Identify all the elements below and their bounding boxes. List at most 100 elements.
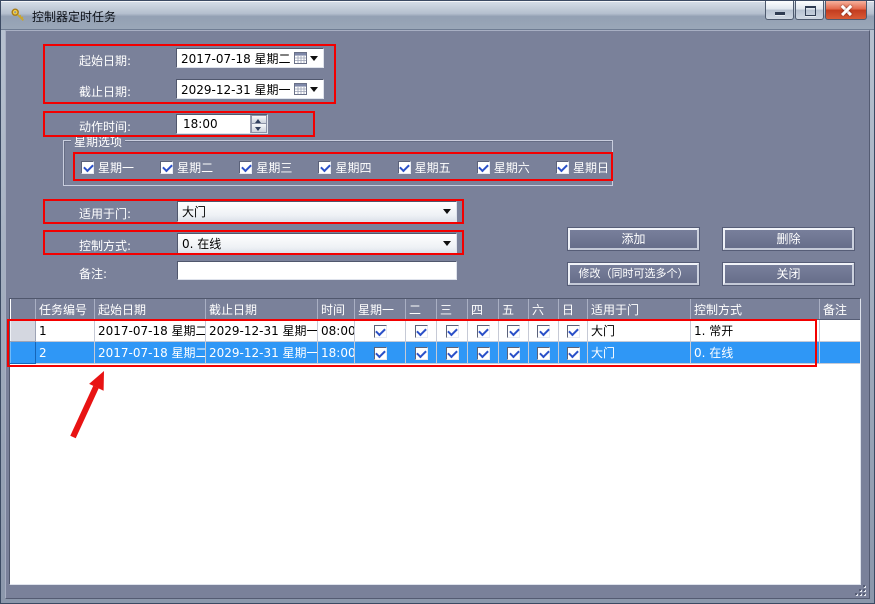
- cell-time[interactable]: 18:00: [318, 342, 355, 364]
- column-header-3[interactable]: 截止日期: [206, 299, 318, 320]
- checkbox-icon[interactable]: [537, 325, 550, 338]
- weekday-checkbox-3[interactable]: 星期三: [239, 159, 292, 176]
- checkbox-icon[interactable]: [318, 161, 331, 174]
- cell-day-1[interactable]: [355, 342, 406, 364]
- chevron-down-icon[interactable]: [443, 209, 451, 214]
- chevron-down-icon[interactable]: [310, 56, 318, 61]
- row-selector[interactable]: [11, 342, 36, 364]
- cell-day-6[interactable]: [529, 320, 559, 342]
- checkbox-icon[interactable]: [160, 161, 173, 174]
- checkbox-icon[interactable]: [477, 161, 490, 174]
- cell-remark[interactable]: [820, 320, 861, 342]
- column-header-8[interactable]: 四: [468, 299, 499, 320]
- checkbox-icon[interactable]: [374, 347, 387, 360]
- spinner-up-button[interactable]: [251, 115, 267, 124]
- cell-day-3[interactable]: [437, 320, 468, 342]
- checkbox-icon[interactable]: [239, 161, 252, 174]
- chevron-down-icon[interactable]: [443, 241, 451, 246]
- minimize-button[interactable]: [765, 1, 794, 20]
- cell-mode[interactable]: 0. 在线: [691, 342, 820, 364]
- checkbox-icon[interactable]: [537, 347, 550, 360]
- weekday-checkbox-5[interactable]: 星期五: [398, 159, 451, 176]
- cell-time[interactable]: 08:00: [318, 320, 355, 342]
- checkmark-icon: [375, 347, 386, 358]
- cell-task-id[interactable]: 1: [36, 320, 95, 342]
- checkbox-icon[interactable]: [374, 325, 387, 338]
- checkbox-icon[interactable]: [415, 325, 428, 338]
- checkbox-icon[interactable]: [477, 325, 490, 338]
- weekday-checkbox-1[interactable]: 星期一: [81, 159, 134, 176]
- checkbox-icon[interactable]: [446, 325, 459, 338]
- start-date-field[interactable]: 2017-07-18 星期二: [176, 48, 324, 68]
- cell-remark[interactable]: [820, 342, 861, 364]
- cell-day-4[interactable]: [468, 320, 499, 342]
- control-mode-combobox[interactable]: 0. 在线: [177, 233, 457, 254]
- checkbox-icon[interactable]: [567, 325, 580, 338]
- close-button[interactable]: [825, 1, 867, 20]
- column-header-11[interactable]: 日: [559, 299, 588, 320]
- maximize-button[interactable]: [795, 1, 824, 20]
- row-selector[interactable]: [11, 320, 36, 342]
- column-header-9[interactable]: 五: [499, 299, 529, 320]
- checkmark-icon: [416, 347, 427, 358]
- weekday-checkbox-7[interactable]: 星期日: [556, 159, 609, 176]
- column-header-1[interactable]: 任务编号: [36, 299, 95, 320]
- resize-grip[interactable]: [854, 584, 867, 597]
- cell-end-date[interactable]: 2029-12-31 星期一: [206, 342, 318, 364]
- time-spinner: [250, 115, 267, 133]
- cell-start-date[interactable]: 2017-07-18 星期二: [95, 342, 206, 364]
- cell-day-3[interactable]: [437, 342, 468, 364]
- checkbox-icon[interactable]: [507, 325, 520, 338]
- cell-day-5[interactable]: [499, 342, 529, 364]
- cell-day-2[interactable]: [406, 342, 437, 364]
- door-combobox[interactable]: 大门: [177, 201, 457, 222]
- cell-day-6[interactable]: [529, 342, 559, 364]
- cell-day-4[interactable]: [468, 342, 499, 364]
- column-header-5[interactable]: 星期一: [355, 299, 406, 320]
- cell-door[interactable]: 大门: [588, 342, 691, 364]
- cell-door[interactable]: 大门: [588, 320, 691, 342]
- add-button[interactable]: 添加: [568, 228, 699, 250]
- close-dialog-button[interactable]: 关闭: [723, 263, 854, 285]
- spinner-down-button[interactable]: [251, 124, 267, 133]
- weekday-checkbox-2[interactable]: 星期二: [160, 159, 213, 176]
- cell-day-1[interactable]: [355, 320, 406, 342]
- cell-mode[interactable]: 1. 常开: [691, 320, 820, 342]
- end-date-field[interactable]: 2029-12-31 星期一: [176, 79, 324, 99]
- column-header-7[interactable]: 三: [437, 299, 468, 320]
- checkbox-icon[interactable]: [415, 347, 428, 360]
- modify-button[interactable]: 修改（同时可选多个）: [568, 263, 699, 285]
- cell-day-5[interactable]: [499, 320, 529, 342]
- checkbox-icon[interactable]: [81, 161, 94, 174]
- table-row-2[interactable]: 22017-07-18 星期二2029-12-31 星期一18:00 大门0. 在…: [11, 342, 861, 364]
- title-bar[interactable]: 控制器定时任务: [1, 1, 874, 30]
- delete-button[interactable]: 删除: [723, 228, 854, 250]
- remark-input[interactable]: [177, 261, 457, 280]
- column-header-4[interactable]: 时间: [318, 299, 355, 320]
- cell-end-date[interactable]: 2029-12-31 星期一: [206, 320, 318, 342]
- action-time-field[interactable]: 18:00: [176, 114, 268, 134]
- column-header-12[interactable]: 适用于门: [588, 299, 691, 320]
- column-header-selector[interactable]: [11, 299, 36, 320]
- weekday-checkbox-6[interactable]: 星期六: [477, 159, 530, 176]
- checkbox-icon[interactable]: [446, 347, 459, 360]
- minimize-icon: [775, 12, 785, 15]
- cell-start-date[interactable]: 2017-07-18 星期二: [95, 320, 206, 342]
- cell-day-7[interactable]: [559, 320, 588, 342]
- checkbox-icon[interactable]: [556, 161, 569, 174]
- checkbox-icon[interactable]: [507, 347, 520, 360]
- column-header-13[interactable]: 控制方式: [691, 299, 820, 320]
- cell-day-2[interactable]: [406, 320, 437, 342]
- chevron-down-icon[interactable]: [310, 87, 318, 92]
- column-header-2[interactable]: 起始日期: [95, 299, 206, 320]
- cell-task-id[interactable]: 2: [36, 342, 95, 364]
- weekday-checkbox-4[interactable]: 星期四: [318, 159, 371, 176]
- checkbox-icon[interactable]: [477, 347, 490, 360]
- cell-day-7[interactable]: [559, 342, 588, 364]
- checkbox-icon[interactable]: [398, 161, 411, 174]
- checkbox-icon[interactable]: [567, 347, 580, 360]
- table-row-1[interactable]: 12017-07-18 星期二2029-12-31 星期一08:00 大门1. 常…: [11, 320, 861, 342]
- column-header-6[interactable]: 二: [406, 299, 437, 320]
- column-header-10[interactable]: 六: [529, 299, 559, 320]
- column-header-14[interactable]: 备注: [820, 299, 861, 320]
